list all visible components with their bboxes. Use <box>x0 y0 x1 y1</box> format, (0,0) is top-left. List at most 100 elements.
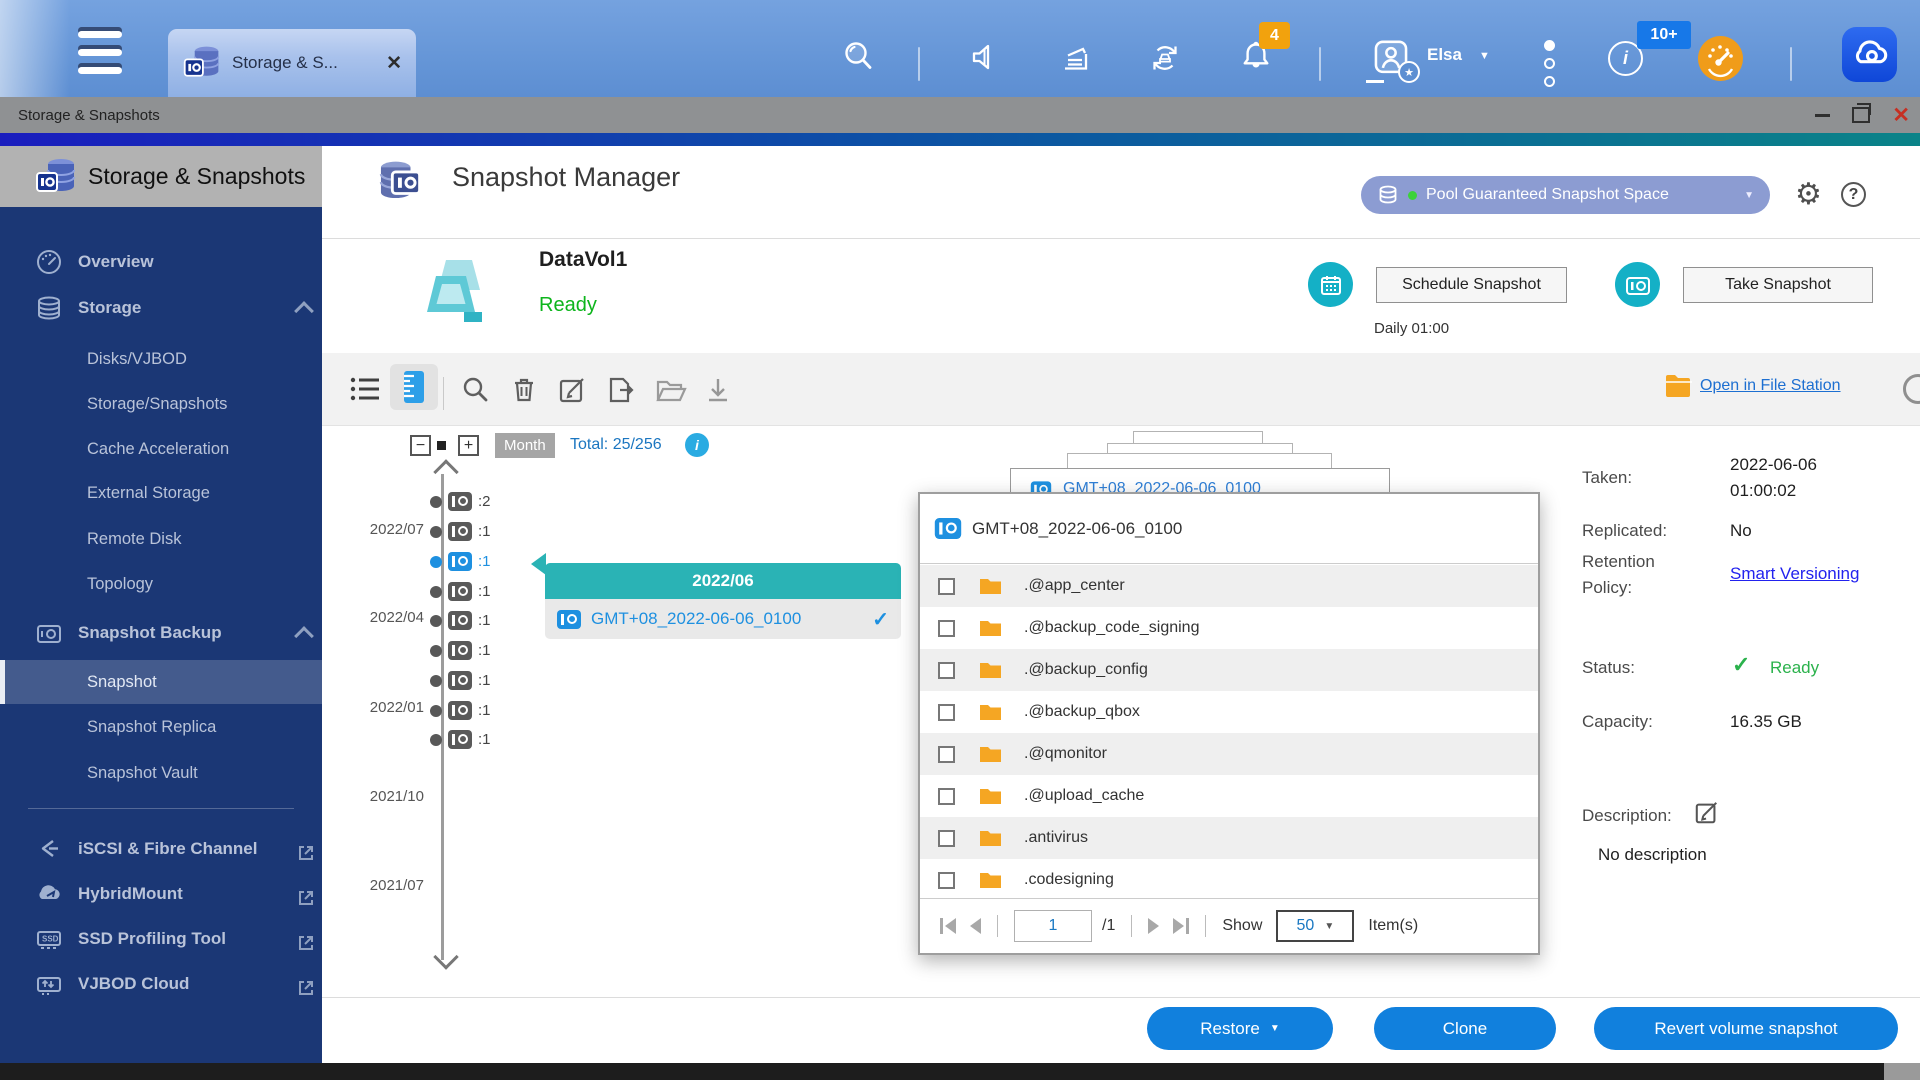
sidebar-item-iscsi-fibre-channel[interactable]: iSCSI & Fibre Channel <box>0 829 322 869</box>
take-snapshot-button[interactable]: Take Snapshot <box>1683 267 1873 303</box>
timeline-dot <box>430 556 442 568</box>
checkbox[interactable] <box>938 662 955 679</box>
sidebar-item-snapshot-replica[interactable]: Snapshot Replica <box>0 712 322 742</box>
snapshot-icon <box>448 492 472 511</box>
timeline-view-button[interactable] <box>390 364 438 410</box>
last-page-icon[interactable] <box>1173 918 1189 934</box>
sidebar-item-snapshot-backup[interactable]: Snapshot Backup <box>0 613 322 653</box>
window-minimize-icon[interactable] <box>1815 114 1830 117</box>
myqnapcloud-icon[interactable] <box>1842 27 1897 82</box>
timeline-snapshot-marker[interactable]: :1 <box>430 730 491 749</box>
folder-row[interactable]: .codesigning <box>920 859 1538 901</box>
export-icon[interactable] <box>606 376 636 404</box>
timeline-dot <box>430 526 442 538</box>
sidebar-item-overview[interactable]: Overview <box>0 242 322 282</box>
app-tab-storage-snapshots[interactable]: Storage & S... ✕ <box>168 29 416 97</box>
sync-icon[interactable] <box>1146 39 1184 77</box>
chevron-up-icon[interactable] <box>294 626 314 646</box>
sidebar-item-storage-snapshots[interactable]: Storage/Snapshots <box>0 389 322 419</box>
file-station-folder-icon[interactable] <box>1664 373 1692 398</box>
more-options-icon[interactable] <box>1544 40 1555 87</box>
sidebar-item-disks-vjbod[interactable]: Disks/VJBOD <box>0 344 322 374</box>
sidebar-item-hybridmount[interactable]: HybridMount <box>0 874 322 914</box>
main-menu-button[interactable] <box>78 31 122 85</box>
timeline-snapshot-marker[interactable]: :2 <box>430 492 491 511</box>
snapshot-manager-icon <box>373 156 423 206</box>
open-folder-icon[interactable] <box>655 376 687 404</box>
timeline-snapshot-marker[interactable]: :1 <box>430 611 491 630</box>
folder-row[interactable]: .@upload_cache <box>920 775 1538 817</box>
checkbox[interactable] <box>938 704 955 721</box>
volume-status: Ready <box>539 294 597 317</box>
sidebar-item-topology[interactable]: Topology <box>0 569 322 599</box>
timeline-snapshot-marker[interactable]: :1 <box>430 701 491 720</box>
zoom-in-button[interactable]: + <box>458 435 479 456</box>
resource-monitor-icon[interactable] <box>1698 36 1743 81</box>
search-icon[interactable] <box>841 39 877 75</box>
folder-row[interactable]: .antivirus <box>920 817 1538 859</box>
search-snapshots-icon[interactable] <box>461 376 489 404</box>
checkbox[interactable] <box>938 788 955 805</box>
timeline-year-label: 2022/07 <box>348 521 424 538</box>
window-title-bar[interactable]: Storage & Snapshots ✕ <box>0 97 1920 133</box>
open-in-file-station-link[interactable]: Open in File Station <box>1700 377 1841 395</box>
page-size-select[interactable]: 50 ▼ <box>1276 910 1354 942</box>
sidebar-item-snapshot[interactable]: Snapshot <box>0 660 322 704</box>
zoom-out-button[interactable]: − <box>410 435 431 456</box>
folder-row[interactable]: .@backup_config <box>920 649 1538 691</box>
tab-close-icon[interactable]: ✕ <box>386 52 402 75</box>
schedule-calendar-icon[interactable] <box>1308 262 1353 307</box>
retention-policy-link[interactable]: Smart Versioning <box>1730 564 1859 584</box>
clone-button[interactable]: Clone <box>1374 1007 1556 1050</box>
window-maximize-icon[interactable] <box>1852 107 1870 123</box>
announcement-icon[interactable] <box>967 39 1003 75</box>
folder-row[interactable]: .@backup_code_signing <box>920 607 1538 649</box>
checkbox[interactable] <box>938 620 955 637</box>
settings-gear-icon[interactable]: ⚙ <box>1795 177 1822 212</box>
selected-snapshot-row[interactable]: GMT+08_2022-06-06_0100 ✓ <box>545 599 901 639</box>
sidebar-item-cache-acceleration[interactable]: Cache Acceleration <box>0 434 322 464</box>
sidebar-item-remote-disk[interactable]: Remote Disk <box>0 524 322 554</box>
timeline-snapshot-marker-selected[interactable]: :1 <box>430 552 491 571</box>
pool-guaranteed-snapshot-space-button[interactable]: Pool Guaranteed Snapshot Space ▼ <box>1361 176 1770 214</box>
list-view-icon[interactable] <box>350 376 380 402</box>
timeline-snapshot-marker[interactable]: :1 <box>430 641 491 660</box>
revert-volume-snapshot-button[interactable]: Revert volume snapshot <box>1594 1007 1898 1050</box>
edit-description-icon[interactable] <box>1694 800 1720 826</box>
checkbox[interactable] <box>938 746 955 763</box>
restore-button[interactable]: Restore ▼ <box>1147 1007 1333 1050</box>
sidebar-item-vjbod-cloud[interactable]: VJBOD Cloud <box>0 964 322 1004</box>
previous-page-icon[interactable] <box>970 918 981 934</box>
page-number-input[interactable]: 1 <box>1014 910 1092 942</box>
first-page-icon[interactable] <box>940 918 956 934</box>
folder-row[interactable]: .@app_center <box>920 565 1538 607</box>
folder-row[interactable]: .@backup_qbox <box>920 691 1538 733</box>
background-tasks-icon[interactable] <box>1057 39 1093 75</box>
sidebar-item-ssd-profiling-tool[interactable]: SSD SSD Profiling Tool <box>0 919 322 959</box>
sidebar-item-snapshot-vault[interactable]: Snapshot Vault <box>0 758 322 788</box>
timeline-snapshot-marker[interactable]: :1 <box>430 671 491 690</box>
checkbox[interactable] <box>938 872 955 889</box>
sidebar-item-external-storage[interactable]: External Storage <box>0 478 322 508</box>
sidebar-item-storage[interactable]: Storage <box>0 288 322 328</box>
timeline-snapshot-marker[interactable]: :1 <box>430 582 491 601</box>
help-icon[interactable]: ? <box>1841 182 1866 207</box>
folder-row[interactable]: .@qmonitor <box>920 733 1538 775</box>
admin-star-icon: ★ <box>1398 61 1420 83</box>
info-icon[interactable]: i <box>685 433 709 457</box>
download-icon[interactable] <box>705 376 731 404</box>
window-close-icon[interactable]: ✕ <box>1892 105 1910 126</box>
chevron-up-icon[interactable] <box>294 301 314 321</box>
edit-icon[interactable] <box>558 376 588 404</box>
take-snapshot-camera-icon[interactable] <box>1615 262 1660 307</box>
next-page-icon[interactable] <box>1148 918 1159 934</box>
user-menu-caret-icon[interactable]: ▼ <box>1479 50 1490 62</box>
checkbox[interactable] <box>938 830 955 847</box>
user-name[interactable]: Elsa <box>1427 45 1462 65</box>
items-label: Item(s) <box>1368 917 1418 935</box>
timeline-snapshot-marker[interactable]: :1 <box>430 522 491 541</box>
checkbox[interactable] <box>938 578 955 595</box>
delete-icon[interactable] <box>510 376 538 404</box>
schedule-snapshot-button[interactable]: Schedule Snapshot <box>1376 267 1567 303</box>
desktop-top-bar: Storage & S... ✕ 4 ★ Elsa ▼ i <box>0 0 1920 97</box>
